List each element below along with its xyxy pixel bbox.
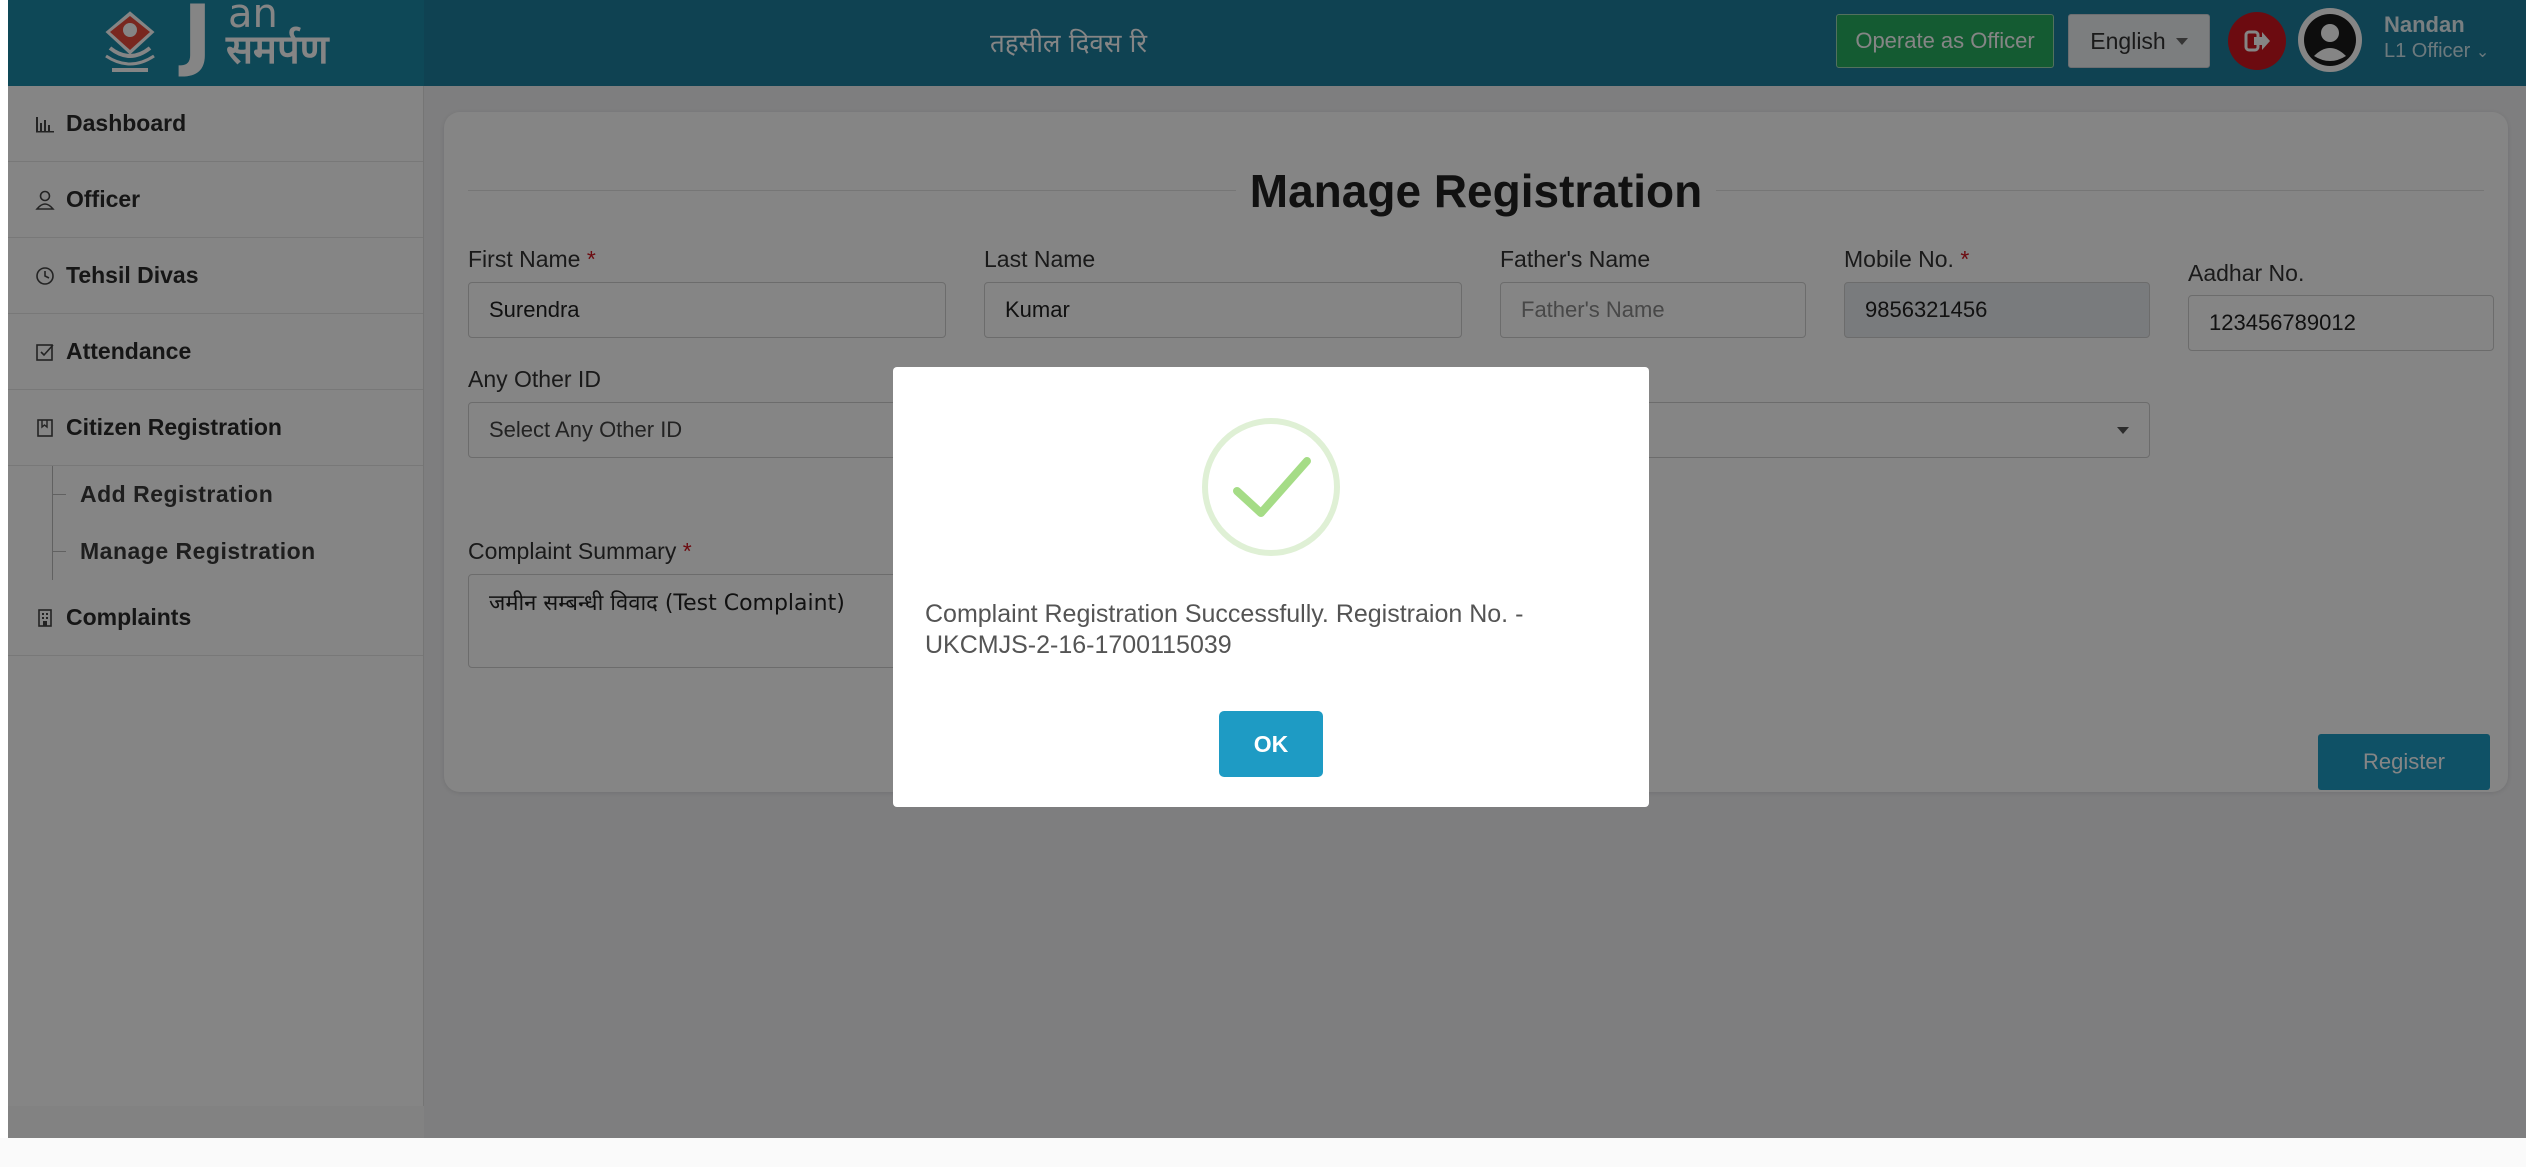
left-edge xyxy=(0,0,8,1167)
success-check-icon xyxy=(1202,418,1340,556)
bottom-strip xyxy=(0,1138,2526,1167)
ok-button[interactable]: OK xyxy=(1219,711,1323,777)
success-message-line1: Complaint Registration Successfully. Reg… xyxy=(925,600,1524,628)
success-message: Complaint Registration Successfully. Reg… xyxy=(925,599,1625,661)
success-dialog: Complaint Registration Successfully. Reg… xyxy=(893,367,1649,807)
registration-number: UKCMJS-2-16-1700115039 xyxy=(925,631,1232,659)
